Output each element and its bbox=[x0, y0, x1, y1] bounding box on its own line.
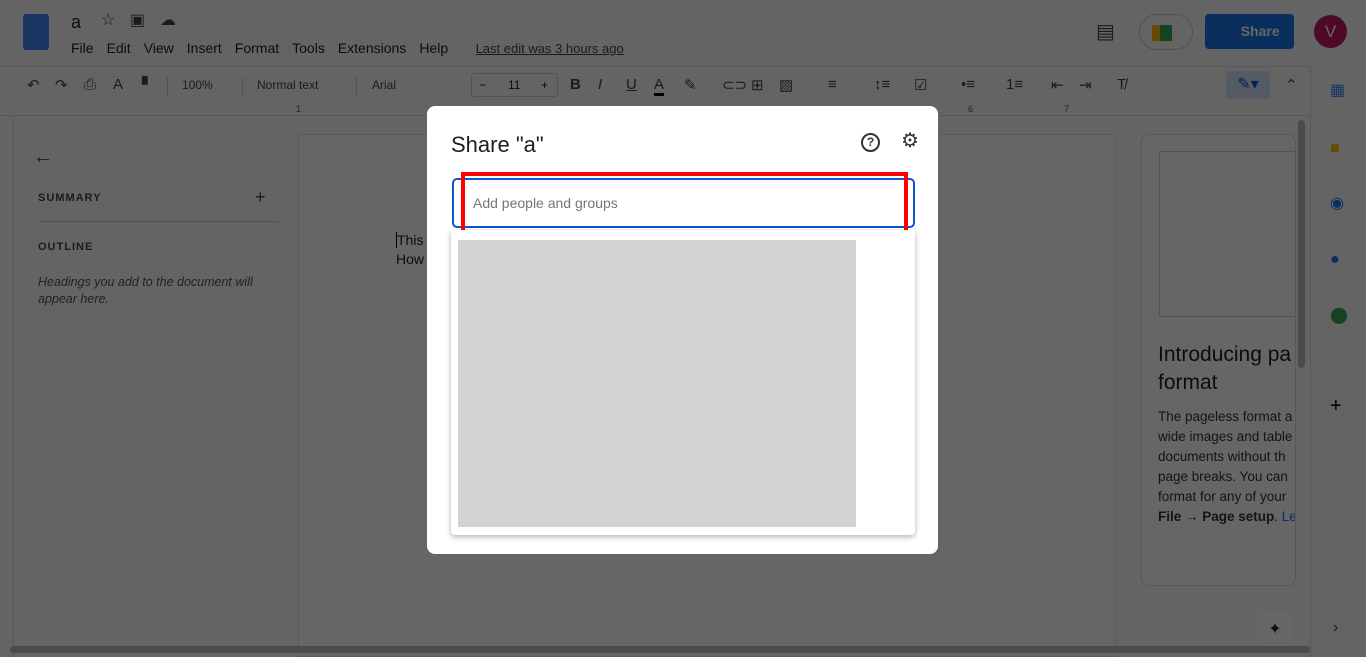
redo-icon[interactable]: ↷ bbox=[55, 76, 68, 94]
checklist-icon[interactable]: ☑ bbox=[914, 76, 927, 94]
last-edit-link[interactable]: Last edit was 3 hours ago bbox=[476, 41, 624, 56]
comments-icon[interactable]: ▤ bbox=[1096, 22, 1115, 42]
add-people-input[interactable] bbox=[452, 178, 915, 228]
clear-format-icon[interactable]: T̸ bbox=[1117, 76, 1126, 93]
pageless-promo: Introducing pa format The pageless forma… bbox=[1141, 134, 1296, 586]
menu-file[interactable]: File bbox=[71, 40, 94, 56]
ruler-mark: 6 bbox=[968, 104, 974, 114]
ruler-mark: 7 bbox=[1064, 104, 1070, 114]
person-icon: 👤 bbox=[1219, 23, 1241, 39]
share-dialog: Share "a" ? ⚙ bbox=[427, 106, 938, 554]
ruler-mark: 1 bbox=[296, 104, 302, 114]
style-select[interactable]: Normal text bbox=[257, 78, 318, 92]
tasks-icon[interactable]: ◉ bbox=[1330, 196, 1344, 212]
align-icon[interactable]: ≡ bbox=[828, 76, 837, 93]
settings-gear-icon[interactable]: ⚙ bbox=[901, 131, 919, 151]
suggestions-dropdown bbox=[451, 230, 915, 535]
cloud-status-icon[interactable]: ☁ bbox=[160, 13, 176, 29]
add-comment-icon[interactable]: ⊞ bbox=[751, 76, 764, 94]
font-select[interactable]: Arial bbox=[372, 78, 396, 92]
italic-button[interactable]: I bbox=[598, 76, 602, 93]
bold-button[interactable]: B bbox=[570, 76, 581, 93]
increase-font-button[interactable]: + bbox=[541, 74, 548, 96]
summary-heading: SUMMARY bbox=[38, 192, 102, 204]
decrease-font-button[interactable]: − bbox=[479, 74, 486, 96]
collapse-menu-icon[interactable]: ⌃ bbox=[1285, 76, 1298, 94]
decrease-indent-icon[interactable]: ⇤ bbox=[1051, 76, 1064, 94]
editing-mode-button[interactable]: ✎▾ bbox=[1226, 71, 1270, 99]
share-label: Share bbox=[1240, 23, 1280, 39]
side-panel: ▦ ■ ◉ ● ⬤ + › bbox=[1310, 66, 1366, 657]
vertical-ruler bbox=[0, 116, 14, 657]
paint-format-icon[interactable]: ▘ bbox=[142, 76, 154, 94]
add-summary-icon[interactable]: + bbox=[255, 188, 266, 206]
zoom-select[interactable]: 100% bbox=[182, 78, 213, 92]
underline-button[interactable]: U bbox=[626, 76, 637, 93]
outline-hint: Headings you add to the document will ap… bbox=[38, 275, 253, 306]
promo-title: Introducing pa format bbox=[1158, 343, 1292, 394]
share-button[interactable]: 👤 Share bbox=[1205, 14, 1294, 49]
back-arrow-icon[interactable]: ← bbox=[33, 147, 53, 167]
spellcheck-icon[interactable]: A bbox=[113, 76, 123, 93]
menu-bar: File Edit View Insert Format Tools Extensions H… bbox=[71, 40, 637, 58]
horizontal-scrollbar[interactable] bbox=[10, 646, 1310, 653]
docs-logo[interactable] bbox=[23, 14, 49, 50]
dialog-title: Share "a" bbox=[451, 132, 544, 157]
menu-view[interactable]: View bbox=[144, 40, 174, 56]
outline-heading: OUTLINE bbox=[38, 241, 94, 253]
divider bbox=[38, 221, 278, 222]
meet-button[interactable] bbox=[1139, 14, 1193, 50]
expand-panel-icon[interactable]: › bbox=[1333, 620, 1338, 636]
star-icon[interactable]: ☆ bbox=[101, 13, 115, 29]
body-line: How bbox=[396, 251, 425, 267]
increase-indent-icon[interactable]: ⇥ bbox=[1079, 76, 1092, 94]
move-folder-icon[interactable]: ▣ bbox=[130, 13, 145, 29]
font-size-input[interactable]: 11 bbox=[508, 74, 520, 96]
doc-title[interactable]: a bbox=[71, 12, 81, 33]
explore-button[interactable]: ✦ bbox=[1257, 612, 1293, 648]
toolbar: ↶ ↷ ⎙ A ▘ 100% Normal text Arial − 11 + … bbox=[0, 66, 1310, 102]
highlight-icon[interactable]: ✎ bbox=[684, 76, 697, 94]
text-color-button[interactable]: A bbox=[654, 76, 665, 96]
menu-tools[interactable]: Tools bbox=[292, 40, 325, 56]
suggestion-placeholder bbox=[458, 240, 856, 527]
menu-format[interactable]: Format bbox=[235, 40, 279, 56]
avatar[interactable]: V bbox=[1314, 15, 1347, 48]
line-spacing-icon[interactable]: ↕≡ bbox=[874, 76, 890, 93]
maps-icon[interactable]: ⬤ bbox=[1330, 308, 1348, 324]
menu-insert[interactable]: Insert bbox=[187, 40, 222, 56]
learn-more-link[interactable]: Le bbox=[1282, 509, 1295, 524]
menu-extensions[interactable]: Extensions bbox=[338, 40, 406, 56]
meet-icon bbox=[1152, 25, 1172, 41]
contacts-icon[interactable]: ● bbox=[1330, 252, 1340, 268]
menu-help[interactable]: Help bbox=[419, 40, 448, 56]
font-size-stepper: − 11 + bbox=[471, 73, 558, 97]
link-icon[interactable]: ⊂⊃ bbox=[722, 76, 747, 94]
promo-text: The pageless format a wide images and ta… bbox=[1158, 409, 1296, 524]
body-line: This bbox=[396, 232, 424, 248]
keep-icon[interactable]: ■ bbox=[1330, 141, 1340, 157]
scrollbar[interactable] bbox=[1298, 120, 1305, 368]
help-icon[interactable]: ? bbox=[861, 133, 880, 152]
insert-image-icon[interactable]: ▨ bbox=[779, 76, 793, 94]
bullet-list-icon[interactable]: •≡ bbox=[961, 76, 975, 93]
print-icon[interactable]: ⎙ bbox=[84, 76, 96, 93]
undo-icon[interactable]: ↶ bbox=[27, 76, 40, 94]
calendar-icon[interactable]: ▦ bbox=[1330, 83, 1345, 99]
menu-edit[interactable]: Edit bbox=[107, 40, 131, 56]
numbered-list-icon[interactable]: 1≡ bbox=[1006, 76, 1023, 93]
promo-image bbox=[1159, 151, 1295, 317]
add-addon-icon[interactable]: + bbox=[1330, 396, 1342, 416]
